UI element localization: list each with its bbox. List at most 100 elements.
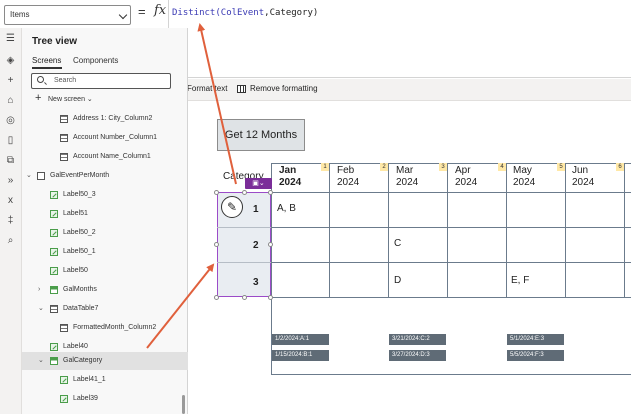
tree-scrollbar[interactable]	[182, 395, 185, 414]
media-icon[interactable]: ◎	[4, 114, 17, 127]
tree-item[interactable]: ⌄ DataTable7	[22, 300, 188, 318]
tab-screens[interactable]: Screens	[32, 56, 61, 65]
label-icon	[50, 248, 58, 256]
tree-item-label: FormattedMonth_Column2	[73, 324, 157, 331]
month-index-badge: 3	[439, 163, 447, 171]
equals-sign: =	[138, 4, 146, 19]
chevron-down-icon[interactable]: ⌄	[38, 352, 44, 370]
tree-item[interactable]: Label39	[22, 390, 188, 408]
resize-handle[interactable]	[268, 190, 273, 195]
resize-handle[interactable]	[242, 295, 247, 300]
power-automate-icon[interactable]: »	[4, 174, 17, 187]
tree-item[interactable]: Label41_1	[22, 371, 188, 389]
variables-icon[interactable]: x	[4, 194, 17, 207]
new-screen-button[interactable]: New screen ⌄	[48, 95, 93, 103]
tree-item-label: Label50	[63, 267, 88, 274]
components-icon[interactable]: ⧉	[4, 154, 17, 167]
insert-icon[interactable]: +	[4, 74, 17, 87]
tree-item[interactable]: › GalMonths	[22, 281, 188, 299]
formula-text[interactable]: Distinct(ColEvent,Category)	[172, 8, 318, 18]
tab-components[interactable]: Components	[73, 56, 118, 65]
fx-icon[interactable]: fx	[154, 3, 166, 18]
event-chip: 5/5/2024:F:3	[507, 350, 564, 361]
category-label: 3	[253, 277, 259, 288]
tree-view-icon[interactable]: ◈	[4, 54, 17, 67]
tree-item-selected[interactable]: ⌄ GalCategory	[22, 352, 188, 370]
gallery-selection-tag[interactable]: ▣⌄	[245, 178, 272, 189]
tree-item[interactable]: Label50	[22, 262, 188, 280]
label-icon	[60, 395, 68, 403]
search-rail-icon[interactable]: ⌕	[4, 234, 17, 247]
grid-divider	[624, 163, 625, 298]
tree-item-label: Label51	[63, 210, 88, 217]
formula-paren-close: )	[312, 8, 319, 18]
tree-item[interactable]: ⌄ GalEventPerMonth	[22, 167, 188, 185]
power-apps-studio: Items = fx Distinct(ColEvent,Category) F…	[0, 0, 631, 414]
new-screen-label: New screen	[48, 96, 85, 103]
search-placeholder: Search	[54, 77, 77, 84]
month-year: 2024	[455, 177, 478, 188]
tree-item[interactable]: Account Number_Column1	[22, 129, 188, 147]
remove-formatting-button[interactable]: Remove formatting	[237, 84, 318, 93]
event-chip: 1/15/2024:B:1	[272, 350, 329, 361]
gallery-icon	[50, 286, 58, 294]
grid-divider	[271, 227, 631, 228]
chevron-right-icon[interactable]: ›	[38, 281, 40, 299]
resize-handle[interactable]	[214, 242, 219, 247]
month-year: 2024	[337, 177, 360, 188]
chevron-down-icon[interactable]: ⌄	[26, 167, 32, 185]
grid-divider	[271, 192, 631, 193]
label-icon	[50, 267, 58, 275]
event-chip: 1/2/2024:A:1	[272, 334, 329, 345]
month-index-badge: 1	[321, 163, 329, 171]
tree-item-label: Label50_1	[63, 248, 96, 255]
tree-item[interactable]: FormattedMonth_Column2	[22, 319, 188, 337]
month-header-may: May 2024	[513, 165, 535, 189]
settings-icon[interactable]: ‡	[4, 214, 17, 227]
month-header-jan: Jan 2024	[279, 165, 301, 189]
resize-handle[interactable]	[268, 242, 273, 247]
chevron-down-icon: ⌄	[86, 96, 93, 103]
data-icon[interactable]: ⌂	[4, 94, 17, 107]
month-year: 2024	[396, 177, 419, 188]
tree-item-label: Label41_1	[73, 376, 106, 383]
tree-item-label: Label50_3	[63, 191, 96, 198]
plus-icon: +	[35, 92, 42, 104]
resize-handle[interactable]	[214, 295, 219, 300]
category-label: 2	[253, 240, 259, 251]
tree-item[interactable]: Label50_2	[22, 224, 188, 242]
gallery-icon	[50, 357, 58, 365]
month-header-apr: Apr 2024	[455, 165, 477, 189]
month-index-badge: 6	[616, 163, 624, 171]
database-icon[interactable]: ▯	[4, 134, 17, 147]
resize-handle[interactable]	[214, 190, 219, 195]
month-index-badge: 4	[498, 163, 506, 171]
resize-handle[interactable]	[242, 190, 247, 195]
hamburger-menu-icon[interactable]: ☰	[4, 32, 17, 45]
event-chip: 3/21/2024:C:2	[389, 334, 446, 345]
tree-item[interactable]: Account Name_Column1	[22, 148, 188, 166]
tree-item[interactable]: Label50_3	[22, 186, 188, 204]
label-icon	[50, 210, 58, 218]
month-header-mar: Mar 2024	[396, 165, 418, 189]
month-header-feb: Feb 2024	[337, 165, 359, 189]
tree-item[interactable]: Label50_1	[22, 243, 188, 261]
grid-divider	[271, 297, 631, 298]
label-icon	[60, 376, 68, 384]
get-12-months-button[interactable]: Get 12 Months	[217, 119, 305, 151]
tree-item[interactable]: Address 1: City_Column2	[22, 110, 188, 128]
tree-item[interactable]: Label51	[22, 205, 188, 223]
month-name: Jan	[279, 165, 297, 176]
pencil-edit-icon[interactable]: ✎	[221, 196, 243, 218]
formula-function: Distinct	[172, 8, 216, 18]
tree-item-label: GalEventPerMonth	[50, 172, 110, 179]
tree-item-label: DataTable7	[63, 305, 99, 312]
tree-search-input[interactable]	[31, 73, 171, 89]
property-dropdown[interactable]: Items	[4, 5, 131, 25]
event-chip: 3/27/2024:D:3	[389, 350, 446, 361]
chevron-down-icon[interactable]: ⌄	[38, 300, 44, 318]
month-name: Apr	[455, 165, 471, 176]
remove-formatting-label: Remove formatting	[250, 84, 318, 93]
resize-handle[interactable]	[268, 295, 273, 300]
month-year: 2024	[572, 177, 595, 188]
